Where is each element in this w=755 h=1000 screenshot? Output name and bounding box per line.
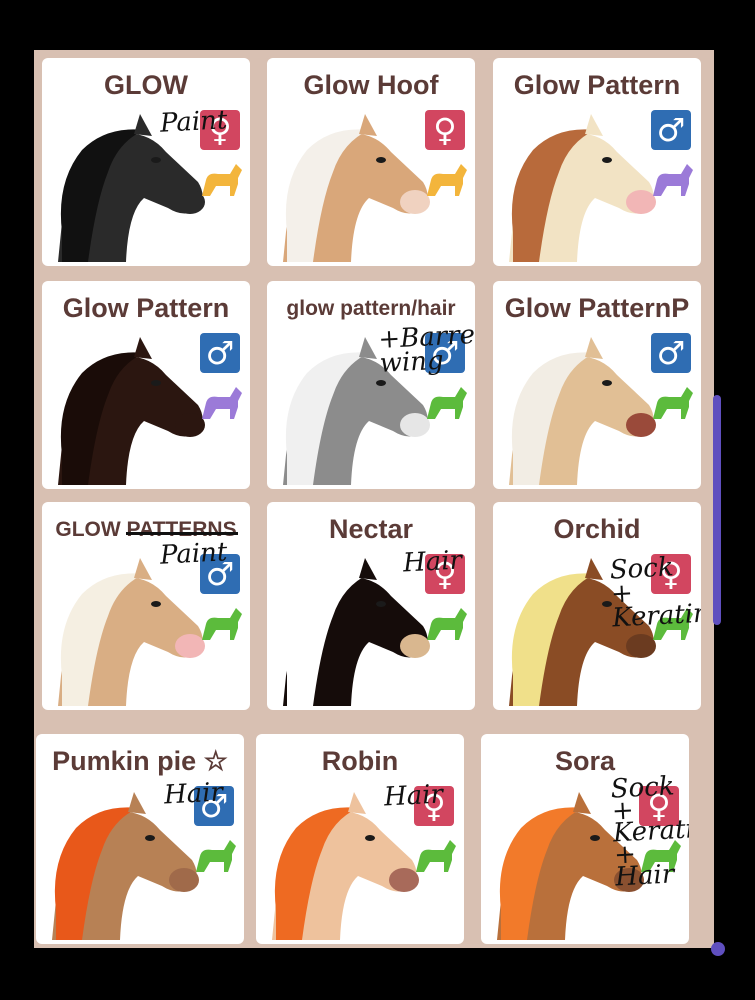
foal-icon (421, 160, 469, 200)
horse-card[interactable]: Nectar ♀ Hair (267, 502, 475, 710)
handwritten-note: Sock + Keratin (609, 552, 701, 634)
horse-name: Glow PatternP (504, 293, 690, 323)
adult-horse-icon (647, 383, 695, 423)
horse-card[interactable]: Glow Hoof ♀ (267, 58, 475, 266)
horse-portrait (283, 114, 430, 262)
strikethrough-mark (126, 532, 238, 535)
horse-name: glow pattern/hair (286, 297, 456, 320)
foal-icon (196, 160, 244, 200)
resting-horse-icon (647, 160, 695, 200)
horse-name: Nectar (328, 514, 414, 544)
horse-portrait (283, 558, 430, 706)
adult-horse-icon (421, 383, 469, 423)
handwritten-note: +Barred wing (377, 319, 475, 379)
horse-name: Pumkin pie ☆ (52, 746, 228, 776)
handwritten-note: Hair (163, 777, 224, 811)
horse-portrait (58, 337, 205, 485)
horse-name: Glow Pattern (513, 70, 681, 100)
scroll-indicator[interactable] (711, 942, 725, 956)
female-icon: ♀ (425, 110, 465, 150)
horse-card[interactable]: GLOW PATTERNS ♂ Paint (42, 502, 250, 710)
horse-portrait (272, 792, 419, 940)
horse-name: Glow Hoof (303, 70, 439, 100)
horse-card[interactable]: Pumkin pie ☆ ♂ Hair (36, 734, 244, 944)
male-icon: ♂ (651, 333, 691, 373)
horse-card[interactable]: glow pattern/hair ♂ +Barred wing (267, 281, 475, 489)
horse-card[interactable]: GLOW ♀ Paint (42, 58, 250, 266)
adult-horse-icon (410, 836, 458, 876)
horse-card[interactable]: Glow Pattern ♂ (42, 281, 250, 489)
resting-horse-icon (196, 383, 244, 423)
male-icon: ♂ (200, 333, 240, 373)
handwritten-note: Paint (159, 537, 229, 571)
horse-portrait (58, 558, 205, 706)
horse-card[interactable]: Sora ♀ Sock + Keratin + Hair (481, 734, 689, 944)
horse-card[interactable]: Glow PatternP ♂ (493, 281, 701, 489)
horse-portrait (509, 114, 656, 262)
adult-horse-icon (190, 836, 238, 876)
horse-name: Robin (321, 746, 399, 776)
horse-name: Glow Pattern (62, 293, 230, 323)
horse-card[interactable]: Robin ♀ Hair (256, 734, 464, 944)
horse-name: Orchid (553, 514, 641, 544)
horse-name: GLOW (104, 70, 188, 100)
handwritten-note: Hair (383, 779, 444, 813)
horse-portrait (52, 792, 199, 940)
horse-portrait (509, 337, 656, 485)
handwritten-note: Hair (402, 545, 463, 579)
scrollbar[interactable] (713, 395, 721, 625)
handwritten-note: Sock + Keratin + Hair (609, 771, 689, 893)
horse-card[interactable]: Orchid ♀ Sock + Keratin (493, 502, 701, 710)
male-icon: ♂ (651, 110, 691, 150)
horse-grid: GLOW ♀ Paint Glow Hoof ♀ Glow Pattern ♂ Glow Pa… (34, 50, 714, 948)
adult-horse-icon (196, 604, 244, 644)
adult-horse-icon (421, 604, 469, 644)
horse-card[interactable]: Glow Pattern ♂ (493, 58, 701, 266)
handwritten-note: Paint (159, 105, 229, 139)
